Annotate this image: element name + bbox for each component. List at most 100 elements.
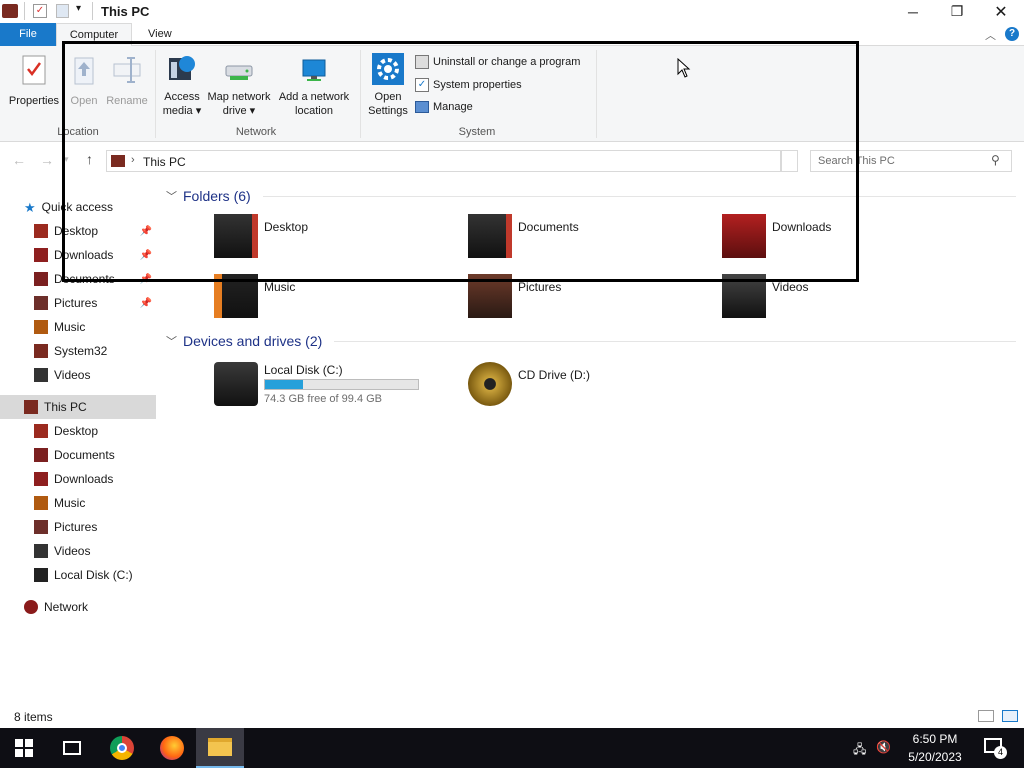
hard-drive-icon (214, 362, 258, 406)
address-field[interactable]: › This PC (106, 150, 798, 172)
drive-name: CD Drive (D:) (518, 368, 590, 382)
folder-documents[interactable]: Documents (468, 214, 708, 264)
tab-computer[interactable]: Computer (56, 23, 132, 46)
nav-quick-documents[interactable]: Documents 📌 (0, 267, 156, 291)
firefox-icon (160, 736, 184, 760)
nav-quick-downloads[interactable]: Downloads 📌 (0, 243, 156, 267)
folder-name: Desktop (264, 220, 309, 234)
nav-quick-music[interactable]: Music (0, 315, 156, 339)
breadcrumb-chevron-icon[interactable]: › (131, 154, 135, 166)
videos-icon (34, 544, 48, 558)
nav-pc-downloads[interactable]: Downloads (0, 467, 156, 491)
clock[interactable]: 6:50 PM 5/20/2023 (900, 730, 970, 766)
tab-file[interactable]: File (0, 23, 56, 46)
properties-label: Properties (8, 95, 60, 107)
open-button[interactable]: Open (66, 54, 102, 108)
nav-pc-videos[interactable]: Videos (0, 539, 156, 563)
maximize-button[interactable]: ❐ (934, 0, 980, 23)
drive-local-disk-c[interactable]: Local Disk (C:) 74.3 GB free of 99.4 GB (214, 362, 484, 412)
search-icon[interactable]: ⚲ (991, 153, 1000, 167)
nav-label: Downloads (54, 472, 114, 486)
nav-pc-local-disk[interactable]: Local Disk (C:) (0, 563, 156, 587)
title-bar: ✓ ▾ This PC ─ ❐ ✕ (0, 0, 1024, 23)
pictures-icon (34, 296, 48, 310)
add-network-location-button[interactable]: Add a network location (276, 52, 352, 118)
details-view-icon[interactable] (978, 710, 994, 722)
nav-label: System32 (54, 344, 108, 358)
network-group-title: Network (235, 126, 277, 138)
chrome-taskbar-button[interactable] (98, 728, 146, 768)
folder-downloads[interactable]: Downloads (722, 214, 962, 264)
rename-label: Rename (106, 95, 148, 107)
access-media-button[interactable]: Access media ▾ (160, 52, 204, 118)
folder-name: Pictures (518, 280, 562, 294)
notification-center-button[interactable]: 4 (984, 738, 1007, 759)
nav-pc-desktop[interactable]: Desktop (0, 419, 156, 443)
qat-dropdown-icon[interactable]: ▾ (76, 3, 81, 14)
nav-this-pc[interactable]: This PC (0, 395, 156, 419)
close-button[interactable]: ✕ (978, 0, 1024, 23)
content-pane: ﹀ Folders (6) Desktop Documents Download… (160, 180, 1020, 720)
new-folder-qat-icon[interactable] (56, 4, 69, 18)
network-drive-icon (225, 65, 253, 80)
help-icon[interactable]: ? (1005, 27, 1019, 41)
task-view-button[interactable] (48, 728, 96, 768)
chrome-icon (110, 736, 134, 760)
nav-label: Pictures (54, 296, 98, 310)
nav-quick-desktop[interactable]: Desktop 📌 (0, 219, 156, 243)
documents-icon (34, 448, 48, 462)
nav-quick-videos[interactable]: Videos (0, 363, 156, 387)
folders-section-header[interactable]: ﹀ Folders (6) (166, 188, 1016, 204)
this-pc-icon (24, 400, 38, 414)
manage-button[interactable]: Manage (415, 101, 473, 113)
up-arrow-icon[interactable]: ↑ (86, 151, 93, 167)
properties-qat-icon[interactable]: ✓ (33, 4, 47, 18)
folder-music[interactable]: Music (214, 274, 454, 324)
nav-network[interactable]: Network (0, 595, 156, 619)
nav-label: Local Disk (C:) (54, 568, 133, 582)
nav-pc-documents[interactable]: Documents (0, 443, 156, 467)
volume-muted-icon[interactable]: 🔇 (876, 740, 891, 754)
collapse-ribbon-icon[interactable]: ︿ (985, 27, 996, 43)
tab-view[interactable]: View (136, 23, 184, 46)
large-icons-view-icon[interactable] (1002, 710, 1018, 722)
firefox-taskbar-button[interactable] (148, 728, 196, 768)
nav-pc-pictures[interactable]: Pictures (0, 515, 156, 539)
recent-locations-icon[interactable]: ▾ (64, 154, 69, 165)
nav-label: Quick access (41, 200, 114, 214)
map-network-drive-button[interactable]: Map network drive ▾ (204, 52, 274, 118)
music-icon (34, 496, 48, 510)
rename-button[interactable]: Rename (104, 54, 150, 108)
drive-cd-d[interactable]: CD Drive (D:) (468, 362, 708, 412)
open-settings-button[interactable]: Open Settings (364, 52, 412, 118)
properties-button[interactable]: Properties (6, 54, 62, 108)
breadcrumb-this-pc[interactable]: This PC (143, 155, 186, 169)
add-location-label-1: Add a network (278, 91, 350, 103)
status-bar: 8 items (0, 706, 1024, 728)
network-status-icon[interactable]: 🖧 (853, 740, 866, 761)
uninstall-program-button[interactable]: Uninstall or change a program (415, 55, 580, 69)
properties-icon (22, 55, 46, 85)
nav-quick-pictures[interactable]: Pictures 📌 (0, 291, 156, 315)
nav-pc-music[interactable]: Music (0, 491, 156, 515)
forward-arrow-icon[interactable]: → (40, 152, 54, 168)
folder-pictures[interactable]: Pictures (468, 274, 708, 324)
hard-drive-icon (34, 568, 48, 582)
documents-folder-icon (468, 214, 512, 258)
folder-videos[interactable]: Videos (722, 274, 962, 324)
start-button[interactable] (0, 728, 48, 768)
nav-label: Downloads (54, 248, 114, 262)
folder-desktop[interactable]: Desktop (214, 214, 454, 264)
nav-label: This PC (44, 400, 87, 414)
back-arrow-icon[interactable]: ← (12, 152, 26, 168)
minimize-button[interactable]: ─ (890, 0, 936, 23)
search-input[interactable]: Search This PC ⚲ (810, 150, 1012, 172)
system-properties-button[interactable]: ✓ System properties (415, 78, 522, 92)
divider (24, 2, 25, 20)
refresh-button[interactable] (780, 150, 798, 172)
nav-quick-access[interactable]: ★ Quick access (0, 195, 156, 219)
nav-quick-system32[interactable]: System32 (0, 339, 156, 363)
location-group-title: Location (57, 126, 99, 138)
devices-section-header[interactable]: ﹀ Devices and drives (2) (166, 333, 1016, 349)
file-explorer-taskbar-button[interactable] (196, 728, 244, 768)
